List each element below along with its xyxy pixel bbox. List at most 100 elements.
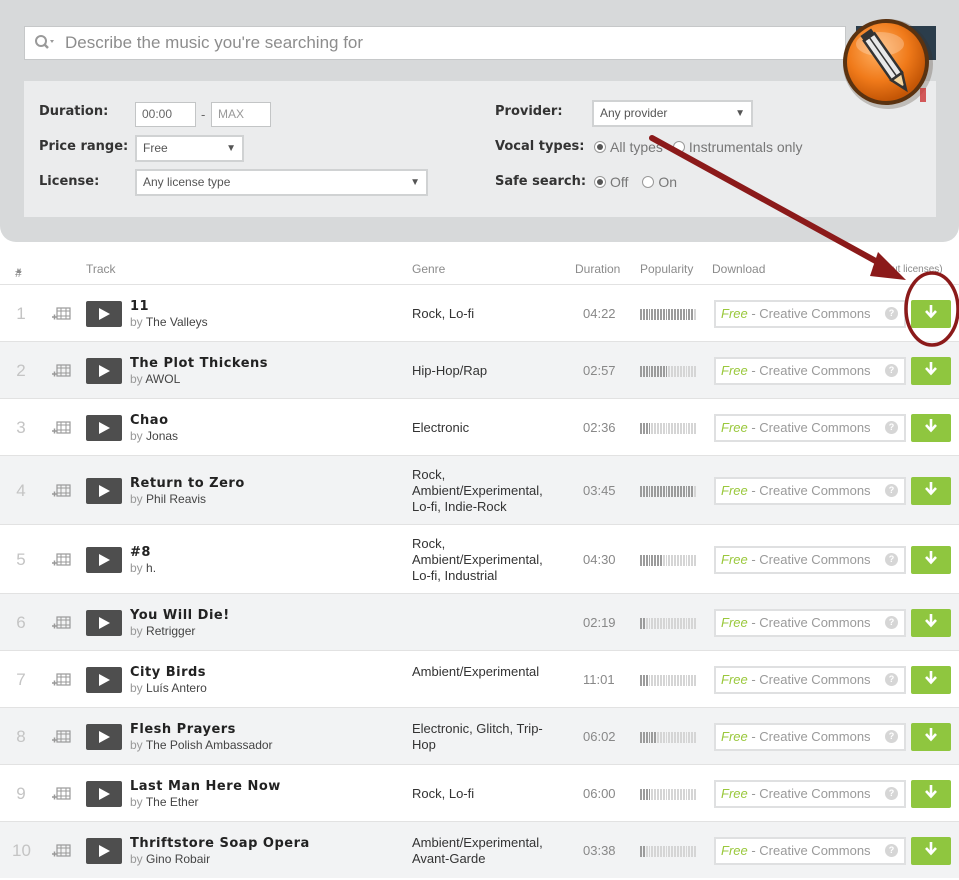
safe-off-label[interactable]: Off [610, 174, 628, 190]
license-free: Free [721, 728, 748, 744]
help-icon[interactable]: ? [885, 615, 898, 629]
add-to-project-icon[interactable] [52, 552, 72, 568]
track-number: 2 [16, 360, 26, 380]
add-to-project-icon[interactable] [52, 729, 72, 745]
track-title[interactable]: Flesh Prayers [130, 722, 236, 737]
help-icon[interactable]: ? [885, 483, 898, 497]
track-title[interactable]: 11 [130, 299, 149, 314]
play-button[interactable] [86, 666, 122, 693]
safe-on-label[interactable]: On [658, 174, 677, 190]
popularity-bar-segment [679, 422, 682, 434]
add-to-project-icon[interactable] [52, 615, 72, 631]
price-range-select[interactable]: Free ▼ [135, 135, 244, 162]
artist-link[interactable]: AWOL [145, 372, 180, 386]
play-button[interactable] [86, 414, 122, 441]
download-button[interactable] [911, 356, 951, 385]
track-title[interactable]: Thriftstore Soap Opera [130, 836, 310, 851]
track-title[interactable]: Chao [130, 413, 169, 428]
artist-link[interactable]: The Valleys [146, 315, 208, 329]
license-field[interactable]: Free - Creative Commons? [714, 779, 906, 808]
track-duration: 03:45 [583, 482, 616, 498]
download-button[interactable] [911, 476, 951, 505]
play-button[interactable] [86, 546, 122, 573]
duration-from-input[interactable]: 00:00 [135, 102, 196, 127]
license-type: - Creative Commons [747, 614, 871, 630]
search-box[interactable] [24, 26, 846, 60]
popularity-bar-segment [648, 554, 651, 566]
help-icon[interactable]: ? [885, 552, 898, 566]
play-button[interactable] [86, 357, 122, 384]
artist-link[interactable]: Phil Reavis [146, 492, 206, 506]
play-button[interactable] [86, 477, 122, 504]
license-field[interactable]: Free - Creative Commons? [714, 836, 906, 865]
play-button[interactable] [86, 300, 122, 327]
search-input[interactable] [65, 28, 825, 58]
artist-link[interactable]: Luís Antero [146, 681, 207, 695]
track-title[interactable]: Last Man Here Now [130, 779, 281, 794]
help-icon[interactable]: ? [885, 306, 898, 320]
vocal-all-radio[interactable] [594, 141, 606, 153]
popularity-bar-segment [657, 422, 659, 434]
add-to-project-icon[interactable] [52, 306, 72, 322]
download-button[interactable] [911, 836, 951, 865]
about-licenses-link[interactable]: (about licenses) [872, 264, 943, 275]
add-to-project-icon[interactable] [52, 672, 72, 688]
download-button[interactable] [911, 299, 951, 328]
provider-select[interactable]: Any provider ▼ [592, 100, 753, 127]
track-title[interactable]: #8 [130, 545, 151, 560]
license-field[interactable]: Free - Creative Commons? [714, 476, 906, 505]
download-button[interactable] [911, 665, 951, 694]
track-title[interactable]: You Will Die! [130, 608, 230, 623]
add-to-project-icon[interactable] [52, 363, 72, 379]
play-button[interactable] [86, 837, 122, 864]
popularity-bar-segment [679, 485, 682, 497]
help-icon[interactable]: ? [885, 786, 898, 800]
vocal-all-label[interactable]: All types [610, 139, 663, 155]
help-icon[interactable]: ? [885, 420, 898, 434]
license-field[interactable]: Free - Creative Commons? [714, 665, 906, 694]
download-button[interactable] [911, 779, 951, 808]
play-button[interactable] [86, 780, 122, 807]
track-title[interactable]: Return to Zero [130, 476, 245, 491]
duration-to-input[interactable]: MAX [211, 102, 271, 127]
track-title[interactable]: City Birds [130, 665, 206, 680]
add-to-project-icon[interactable] [52, 786, 72, 802]
help-icon[interactable]: ? [885, 363, 898, 377]
popularity-bar-segment [679, 365, 682, 377]
popularity-bar-segment [685, 554, 688, 566]
vocal-instrumentals-radio[interactable] [672, 141, 685, 153]
popularity-bar-segment [648, 788, 651, 800]
artist-link[interactable]: Gino Robair [146, 852, 210, 866]
artist-link[interactable]: The Ether [146, 795, 199, 809]
download-button[interactable] [911, 608, 951, 637]
license-field[interactable]: Free - Creative Commons? [714, 722, 906, 751]
vocal-instrumentals-label[interactable]: Instrumentals only [689, 139, 803, 155]
license-select[interactable]: Any license type ▼ [135, 169, 428, 196]
artist-link[interactable]: h. [146, 561, 156, 575]
add-to-project-icon[interactable] [52, 843, 72, 859]
search-icon[interactable] [25, 26, 65, 60]
play-button[interactable] [86, 609, 122, 636]
download-button[interactable] [911, 722, 951, 751]
add-to-project-icon[interactable] [52, 420, 72, 436]
artist-link[interactable]: The Polish Ambassador [146, 738, 273, 752]
artist-link[interactable]: Jonas [146, 429, 178, 443]
license-field[interactable]: Free - Creative Commons? [714, 356, 906, 385]
safe-on-radio[interactable] [642, 176, 655, 188]
safe-off-radio[interactable] [594, 176, 606, 188]
play-button[interactable] [86, 723, 122, 750]
popularity-bar-segment [671, 308, 674, 320]
license-field[interactable]: Free - Creative Commons? [714, 608, 906, 637]
artist-link[interactable]: Retrigger [146, 624, 195, 638]
help-icon[interactable]: ? [885, 843, 898, 857]
add-to-project-icon[interactable] [52, 483, 72, 499]
download-button[interactable] [911, 413, 951, 442]
help-icon[interactable]: ? [885, 672, 898, 686]
track-title[interactable]: The Plot Thickens [130, 356, 268, 371]
license-field[interactable]: Free - Creative Commons? [714, 299, 906, 328]
popularity-bar-segment [688, 674, 691, 686]
help-icon[interactable]: ? [885, 729, 898, 743]
download-button[interactable] [911, 545, 951, 574]
license-field[interactable]: Free - Creative Commons? [714, 545, 906, 574]
license-field[interactable]: Free - Creative Commons? [714, 413, 906, 442]
